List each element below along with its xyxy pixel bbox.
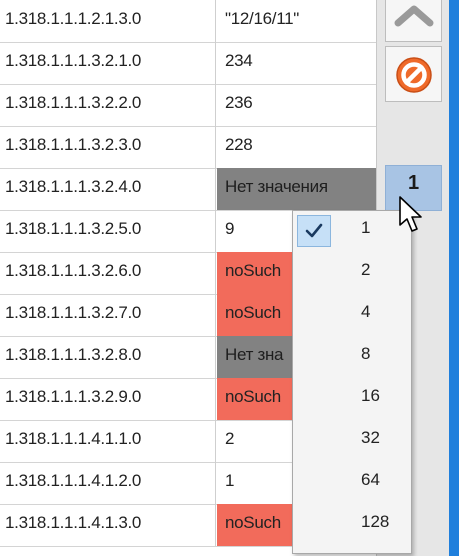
- table-row[interactable]: 1.318.1.1.1.3.2.1.0 234: [0, 42, 376, 85]
- oid-cell: 1.318.1.1.1.2.1.3.0: [0, 0, 216, 42]
- table-row[interactable]: 1.318.1.1.1.3.2.4.0 Нет значения: [0, 168, 376, 211]
- page-size-dropdown-menu: 1 2 4 8 16 32 64 128: [292, 210, 412, 554]
- value-cell[interactable]: 228: [217, 126, 376, 168]
- dropdown-option-8[interactable]: 8: [293, 337, 411, 378]
- dropdown-option-label: 8: [361, 344, 371, 363]
- oid-cell: 1.318.1.1.1.4.1.1.0: [0, 420, 216, 462]
- value-cell-no-value[interactable]: Нет значения: [217, 168, 376, 210]
- dropdown-option-label: 128: [361, 512, 390, 531]
- dropdown-option-label: 4: [361, 302, 371, 321]
- oid-cell: 1.318.1.1.1.4.1.2.0: [0, 462, 216, 504]
- oid-cell: 1.318.1.1.1.3.2.3.0: [0, 126, 216, 168]
- checkmark-icon: [305, 223, 323, 238]
- table-row[interactable]: 1.318.1.1.1.3.2.3.0 228: [0, 126, 376, 169]
- oid-cell: 1.318.1.1.1.3.2.5.0: [0, 210, 216, 252]
- dropdown-option-label: 64: [361, 470, 380, 489]
- back-button[interactable]: [385, 0, 442, 42]
- dropdown-option-32[interactable]: 32: [293, 421, 411, 462]
- table-row[interactable]: 1.318.1.1.1.3.2.2.0 236: [0, 84, 376, 127]
- oid-cell: 1.318.1.1.1.3.2.8.0: [0, 336, 216, 378]
- oid-cell: 1.318.1.1.1.3.2.9.0: [0, 378, 216, 420]
- cancel-icon: [396, 57, 432, 93]
- table-row[interactable]: 1.318.1.1.1.2.1.3.0 "12/16/11": [0, 0, 376, 43]
- dropdown-option-label: 16: [361, 386, 380, 405]
- oid-cell: 1.318.1.1.1.4.1.3.0: [0, 504, 216, 546]
- oid-cell: 1.318.1.1.1.3.2.7.0: [0, 294, 216, 336]
- oid-cell: 1.318.1.1.1.3.2.2.0: [0, 84, 216, 126]
- dropdown-option-128[interactable]: 128: [293, 505, 411, 546]
- cancel-button[interactable]: [385, 46, 442, 102]
- value-cell[interactable]: "12/16/11": [217, 0, 376, 42]
- oid-cell: 1.318.1.1.1.3.2.1.0: [0, 42, 216, 84]
- checkmark-icon-box: [297, 215, 331, 247]
- oid-cell: 1.318.1.1.1.3.2.6.0: [0, 252, 216, 294]
- value-cell[interactable]: 236: [217, 84, 376, 126]
- back-arrow-icon: [394, 5, 434, 27]
- dropdown-option-4[interactable]: 4: [293, 295, 411, 336]
- dropdown-option-label: 1: [361, 218, 371, 237]
- oid-cell: 1.318.1.1.1.3.2.4.0: [0, 168, 216, 210]
- dropdown-option-label: 2: [361, 260, 371, 279]
- mouse-pointer-icon: [399, 196, 422, 232]
- dropdown-option-64[interactable]: 64: [293, 463, 411, 504]
- dropdown-option-label: 32: [361, 428, 380, 447]
- dropdown-option-16[interactable]: 16: [293, 379, 411, 420]
- value-cell[interactable]: 234: [217, 42, 376, 84]
- dropdown-option-2[interactable]: 2: [293, 253, 411, 294]
- dropdown-option-1[interactable]: 1: [293, 211, 411, 252]
- accent-bar: [449, 0, 459, 556]
